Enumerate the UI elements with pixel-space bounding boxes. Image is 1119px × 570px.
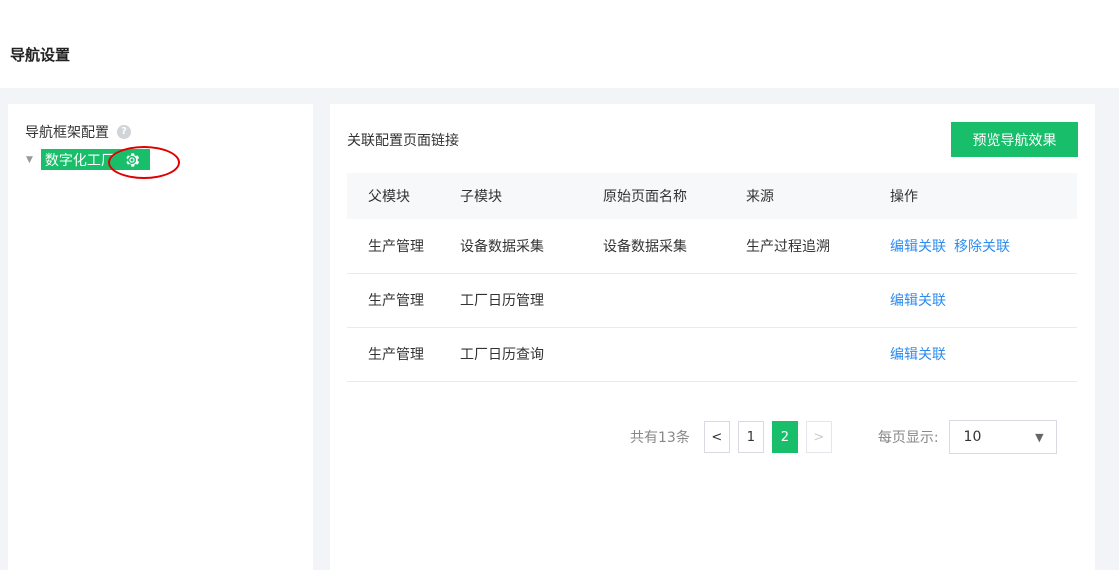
table-header-row: 父模块 子模块 原始页面名称 来源 操作	[347, 173, 1077, 219]
edit-link-button[interactable]: 编辑关联	[890, 239, 946, 255]
cell-actions: 编辑关联 移除关联	[890, 219, 1077, 274]
cell-source	[746, 273, 890, 328]
highlight-annotation	[108, 146, 180, 179]
cell-source: 生产过程追溯	[746, 219, 890, 274]
remove-link-button[interactable]: 移除关联	[954, 239, 1010, 255]
column-header-actions: 操作	[890, 173, 1077, 219]
table-row: 生产管理 设备数据采集 设备数据采集 生产过程追溯 编辑关联 移除关联	[347, 219, 1077, 274]
link-table: 父模块 子模块 原始页面名称 来源 操作 生产管理 设备数据采集 设备数据采集 …	[347, 173, 1077, 382]
cell-child: 工厂日历查询	[460, 327, 603, 382]
column-header-child: 子模块	[460, 173, 603, 219]
table-row: 生产管理 工厂日历查询 编辑关联	[347, 327, 1077, 382]
total-count: 共有13条	[630, 430, 690, 446]
chevron-down-icon: ▼	[1035, 430, 1044, 444]
table-row: 生产管理 工厂日历管理 编辑关联	[347, 273, 1077, 328]
edit-link-button[interactable]: 编辑关联	[890, 347, 946, 363]
next-page-button[interactable]: >	[805, 421, 832, 453]
column-header-parent: 父模块	[347, 173, 460, 219]
pagination: 共有13条 < 1 2 > 每页显示: 10 ▼	[630, 420, 1057, 454]
page-1-button[interactable]: 1	[737, 421, 764, 453]
cell-actions: 编辑关联	[890, 273, 1077, 328]
cell-original: 设备数据采集	[603, 219, 746, 274]
cell-parent: 生产管理	[347, 273, 460, 328]
cell-parent: 生产管理	[347, 219, 460, 274]
cell-original	[603, 273, 746, 328]
page-size-select[interactable]: 10 ▼	[948, 420, 1057, 454]
cell-source	[746, 327, 890, 382]
cell-parent: 生产管理	[347, 327, 460, 382]
page-2-button[interactable]: 2	[771, 421, 798, 453]
prev-page-button[interactable]: <	[703, 421, 730, 453]
link-config-panel: 关联配置页面链接 预览导航效果 父模块 子模块 原始页面名称 来源 操作 生产管…	[330, 104, 1095, 570]
navigation-tree-panel: 导航框架配置 ? ▼ 数字化工厂	[8, 104, 313, 570]
section-title: 关联配置页面链接	[347, 133, 459, 149]
cell-original	[603, 327, 746, 382]
column-header-source: 来源	[746, 173, 890, 219]
column-header-original: 原始页面名称	[603, 173, 746, 219]
help-icon[interactable]: ?	[117, 125, 131, 139]
cell-child: 设备数据采集	[460, 219, 603, 274]
page-size-value: 10	[963, 429, 982, 445]
cell-child: 工厂日历管理	[460, 273, 603, 328]
tree-title-label: 导航框架配置	[25, 125, 109, 141]
cell-actions: 编辑关联	[890, 327, 1077, 382]
page-header: 导航设置	[0, 0, 1119, 88]
caret-down-icon[interactable]: ▼	[26, 155, 33, 165]
preview-navigation-button[interactable]: 预览导航效果	[951, 122, 1078, 157]
edit-link-button[interactable]: 编辑关联	[890, 293, 946, 309]
page-size-label: 每页显示:	[877, 430, 939, 446]
page-title: 导航设置	[10, 46, 71, 64]
tree-title: 导航框架配置 ?	[25, 122, 131, 142]
tree-node-text: 数字化工厂	[44, 152, 115, 169]
